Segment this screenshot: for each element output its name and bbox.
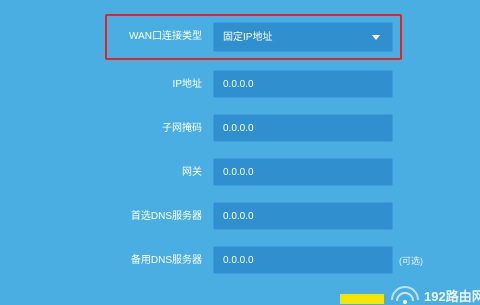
wan-type-select[interactable]: 固定IP地址	[213, 22, 393, 52]
dns1-label: 首选DNS服务器	[130, 211, 202, 222]
wan-type-label: WAN口连接类型	[129, 31, 202, 42]
dns1-input[interactable]	[214, 203, 392, 229]
chevron-down-icon	[372, 35, 380, 40]
ip-label: IP地址	[172, 79, 202, 90]
dns2-field-box	[213, 246, 393, 274]
wan-type-selected-value: 固定IP地址	[223, 32, 273, 43]
watermark-text: 192路由网	[424, 289, 480, 304]
subnet-label: 子网掩码	[162, 123, 202, 134]
dns2-label: 备用DNS服务器	[130, 255, 202, 266]
dns2-row: 备用DNS服务器 (可选)	[0, 246, 480, 276]
ip-field-box	[213, 70, 393, 98]
dns1-row: 首选DNS服务器	[0, 202, 480, 232]
dns2-optional-note: (可选)	[399, 256, 423, 266]
site-watermark: 192路由网	[388, 284, 480, 304]
ip-input[interactable]	[214, 71, 392, 97]
save-button[interactable]	[340, 294, 384, 304]
gateway-row: 网关	[0, 158, 480, 188]
wifi-logo-icon	[391, 286, 419, 304]
gateway-field-box	[213, 158, 393, 186]
gateway-input[interactable]	[214, 159, 392, 185]
dns2-input[interactable]	[214, 247, 392, 273]
subnet-input[interactable]	[214, 115, 392, 141]
subnet-row: 子网掩码	[0, 114, 480, 144]
subnet-field-box	[213, 114, 393, 142]
gateway-label: 网关	[182, 167, 202, 178]
ip-row: IP地址	[0, 70, 480, 100]
wan-type-row: WAN口连接类型 固定IP地址	[0, 22, 480, 52]
dns1-field-box	[213, 202, 393, 230]
